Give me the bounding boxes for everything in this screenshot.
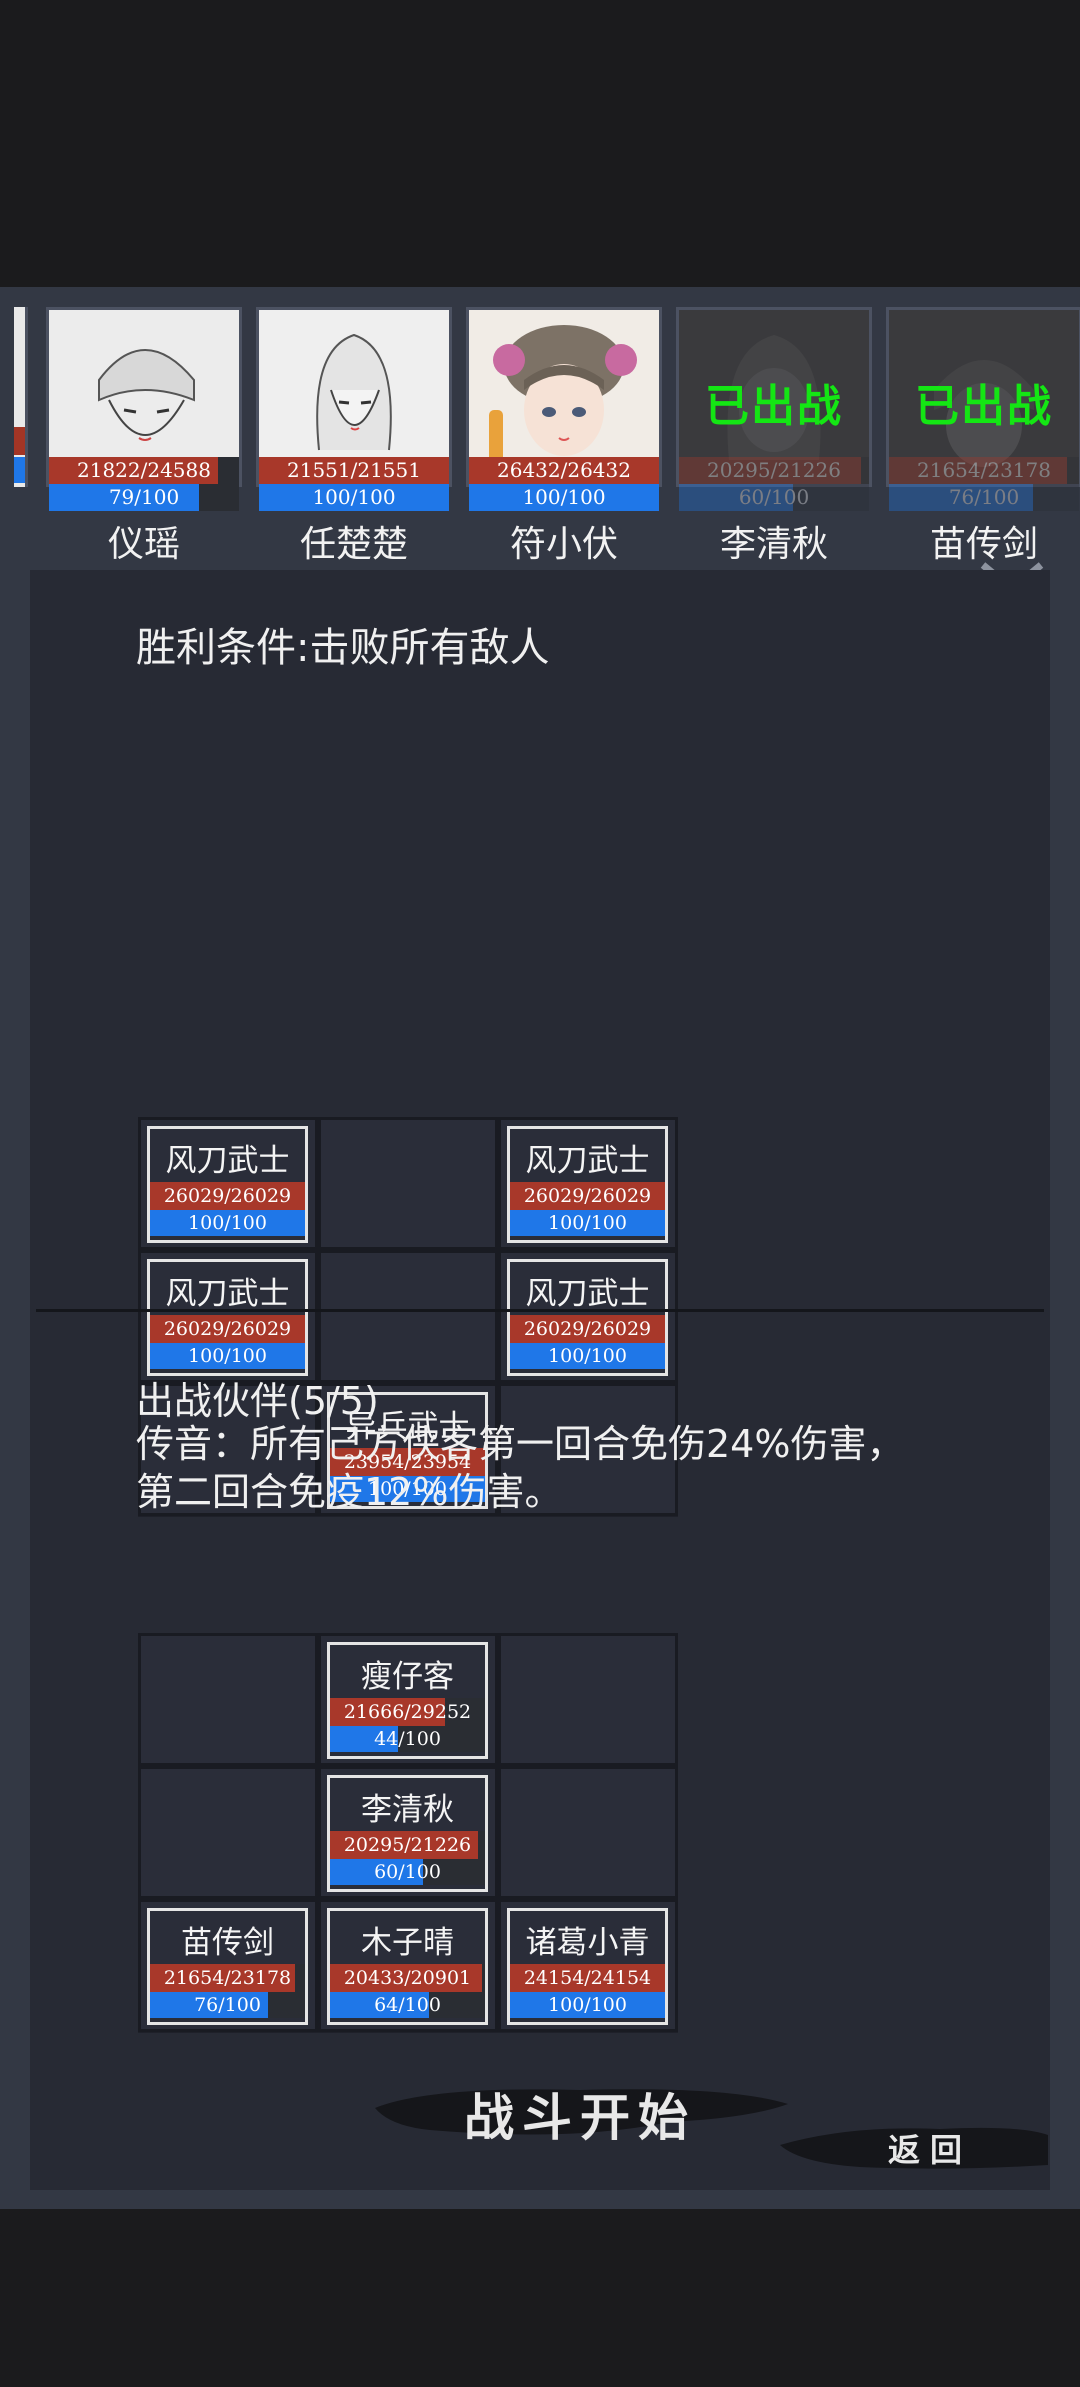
back-label: 返回: [887, 2131, 972, 2169]
hp-bar: 21654/23178: [889, 457, 1079, 484]
partial-roster-card[interactable]: [14, 307, 28, 487]
mp-bar: 60/100: [679, 484, 869, 511]
roster-name: 仪瑶: [107, 524, 180, 565]
back-button[interactable]: 返回: [770, 2105, 1050, 2185]
mp-bar: 76/100: [889, 484, 1079, 511]
grid-cell: 风刀武士 26029/26029 100/100: [498, 1117, 678, 1250]
mp-bar: 100/100: [510, 1343, 665, 1369]
hp-bar: 21654/23178: [150, 1964, 305, 1992]
mp-bar: 44/100: [330, 1726, 485, 1752]
roster-name: 任楚楚: [299, 524, 408, 565]
unit-name: 木子晴: [361, 1925, 454, 1961]
hp-bar: 26029/26029: [510, 1315, 665, 1343]
start-battle-label: 战斗开始: [464, 2088, 696, 2147]
grid-cell: [318, 1117, 498, 1250]
partner-unit[interactable]: 木子晴 20433/20901 64/100: [327, 1908, 488, 2025]
grid-cell[interactable]: 瘦仔客 21666/29252 44/100: [318, 1633, 498, 1766]
unit-name: 风刀武士: [525, 1143, 650, 1179]
grid-cell[interactable]: 木子晴 20433/20901 64/100: [318, 1899, 498, 2032]
unit-name: 诸葛小青: [525, 1925, 650, 1961]
roster-strip[interactable]: 21822/24588 79/100 仪瑶 21551/21551 100/10…: [0, 287, 1080, 594]
partners-title: 出战伙伴(5/5): [136, 1379, 379, 1423]
mp-bar: 100/100: [469, 484, 659, 511]
unit-name: 瘦仔客: [361, 1659, 454, 1695]
enemy-unit[interactable]: 风刀武士 26029/26029 100/100: [147, 1126, 308, 1243]
battle-panel: 胜利条件:击败所有敌人 风刀武士 26029/26029 100/100 风刀武…: [30, 570, 1050, 2190]
hp-bar: 26432/26432: [469, 457, 659, 484]
grid-cell[interactable]: 苗传剑 21654/23178 76/100: [138, 1899, 318, 2032]
enemy-unit[interactable]: 风刀武士 26029/26029 100/100: [147, 1259, 308, 1376]
mp-bar: 100/100: [510, 1992, 665, 2018]
grid-cell: 风刀武士 26029/26029 100/100: [138, 1117, 318, 1250]
hp-bar: 26029/26029: [150, 1182, 305, 1210]
grid-cell[interactable]: [498, 1633, 678, 1766]
mp-bar: [14, 457, 25, 483]
unit-name: 风刀武士: [165, 1276, 290, 1312]
mp-bar: 60/100: [330, 1859, 485, 1885]
grid-cell[interactable]: [138, 1633, 318, 1766]
roster-name: 李清秋: [719, 524, 828, 565]
partner-unit[interactable]: 诸葛小青 24154/24154 100/100: [507, 1908, 668, 2025]
unit-name: 李清秋: [361, 1792, 454, 1828]
hp-bar: 20295/21226: [330, 1831, 485, 1859]
hp-bar: 20295/21226: [679, 457, 869, 484]
unit-name: 苗传剑: [181, 1925, 274, 1961]
enemy-unit[interactable]: 风刀武士 26029/26029 100/100: [507, 1259, 668, 1376]
roster-card-yiyao[interactable]: 21822/24588 79/100 仪瑶: [46, 307, 242, 565]
enemy-unit[interactable]: 风刀武士 26029/26029 100/100: [507, 1126, 668, 1243]
partner-unit[interactable]: 瘦仔客 21666/29252 44/100: [327, 1642, 488, 1759]
unit-name: 风刀武士: [165, 1143, 290, 1179]
roster-card-liqingqiu[interactable]: 已出战 20295/21226 60/100 李清秋: [676, 307, 872, 565]
roster-card-fuxiaofu[interactable]: 26432/26432 100/100 符小伏: [466, 307, 662, 565]
hp-bar: 21822/24588: [49, 457, 239, 484]
buff-description: 传音：所有己方侠客第一回合免伤24%伤害，第二回合免疫12%伤害。: [136, 1422, 905, 1514]
grid-cell: [318, 1250, 498, 1383]
hp-bar: 24154/24154: [510, 1964, 665, 1992]
mp-bar: 76/100: [150, 1992, 305, 2018]
grid-cell[interactable]: [138, 1766, 318, 1899]
partner-unit[interactable]: 苗传剑 21654/23178 76/100: [147, 1908, 308, 2025]
partner-formation-grid: 瘦仔客 21666/29252 44/100 李清秋 20295/21226 6…: [138, 1633, 678, 2033]
grid-cell: 风刀武士 26029/26029 100/100: [138, 1250, 318, 1383]
mp-bar: 79/100: [49, 484, 239, 511]
section-divider: [36, 1309, 1044, 1312]
roster-name: 符小伏: [509, 524, 618, 565]
grid-cell: 风刀武士 26029/26029 100/100: [498, 1250, 678, 1383]
grid-cell[interactable]: 李清秋 20295/21226 60/100: [318, 1766, 498, 1899]
start-battle-button[interactable]: 战斗开始: [370, 2060, 790, 2160]
mp-bar: 100/100: [510, 1210, 665, 1236]
partner-unit[interactable]: 李清秋 20295/21226 60/100: [327, 1775, 488, 1892]
battle-setup-screen: 21822/24588 79/100 仪瑶 21551/21551 100/10…: [0, 287, 1080, 2209]
hp-bar: 26029/26029: [510, 1182, 665, 1210]
mp-bar: 100/100: [150, 1210, 305, 1236]
unit-name: 风刀武士: [525, 1276, 650, 1312]
deployed-label: 已出战: [705, 381, 843, 432]
hp-bar: 21551/21551: [259, 457, 449, 484]
hp-bar: [14, 427, 25, 455]
deployed-label: 已出战: [915, 381, 1053, 432]
hp-bar: 20433/20901: [330, 1964, 485, 1992]
roster-card-renchuchu[interactable]: 21551/21551 100/100 任楚楚: [256, 307, 452, 565]
mp-bar: 100/100: [259, 484, 449, 511]
hp-bar: 26029/26029: [150, 1315, 305, 1343]
victory-condition: 胜利条件:击败所有敌人: [136, 625, 550, 671]
grid-cell[interactable]: [498, 1766, 678, 1899]
mp-bar: 100/100: [150, 1343, 305, 1369]
mp-bar: 64/100: [330, 1992, 485, 2018]
hp-bar: 21666/29252: [330, 1698, 485, 1726]
grid-cell[interactable]: 诸葛小青 24154/24154 100/100: [498, 1899, 678, 2032]
roster-card-miaochuanjian[interactable]: 已出战 21654/23178 76/100 苗传剑: [886, 307, 1080, 565]
